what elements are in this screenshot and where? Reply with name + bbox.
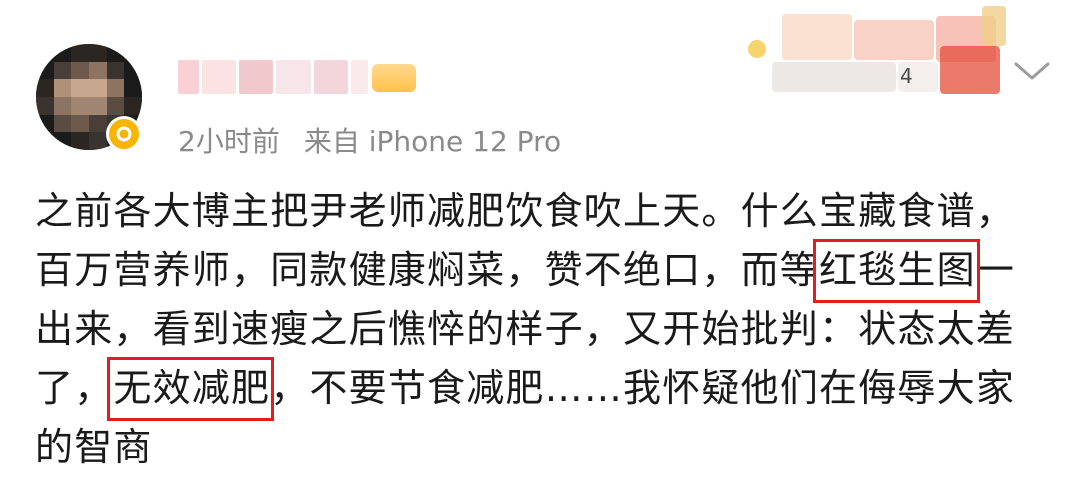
verified-badge-icon xyxy=(106,116,142,152)
decoration-number: 4 xyxy=(900,64,913,88)
chevron-down-icon[interactable] xyxy=(1012,56,1052,86)
highlight-red-carpet: 红毯生图 xyxy=(819,248,976,292)
post-time: 2小时前 xyxy=(178,125,280,158)
post-text: 之前各大博主把尹老师减肥饮食吹上天。什么宝藏食谱，百万营养师，同款健康焖菜，赞不… xyxy=(35,182,1045,477)
member-badge-icon xyxy=(372,64,416,92)
username[interactable] xyxy=(178,60,368,94)
highlight-ineffective-diet: 无效减肥 xyxy=(113,366,271,410)
post-source[interactable]: 来自 iPhone 12 Pro xyxy=(304,120,561,160)
post-meta: 2小时前 来自 iPhone 12 Pro xyxy=(178,120,561,160)
card-decoration xyxy=(742,6,1012,98)
